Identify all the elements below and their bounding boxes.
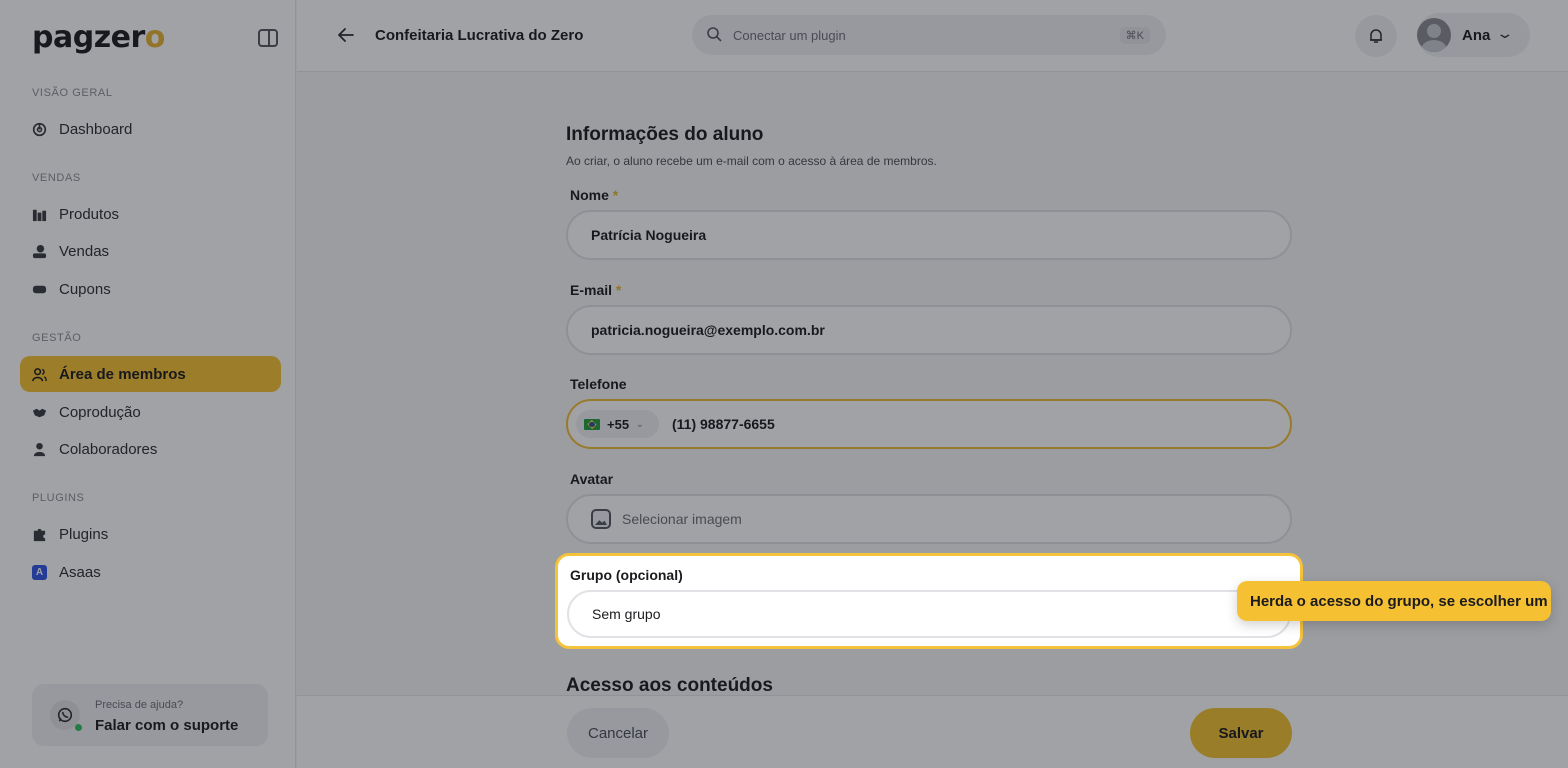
tour-spotlight: Grupo (opcional) Sem grupo: [555, 553, 1303, 649]
tour-overlay: [0, 0, 1568, 768]
tour-tooltip: Herda o acesso do grupo, se escolher um: [1237, 581, 1551, 621]
group-label: Grupo (opcional): [570, 567, 683, 583]
group-select[interactable]: Sem grupo: [567, 590, 1291, 638]
